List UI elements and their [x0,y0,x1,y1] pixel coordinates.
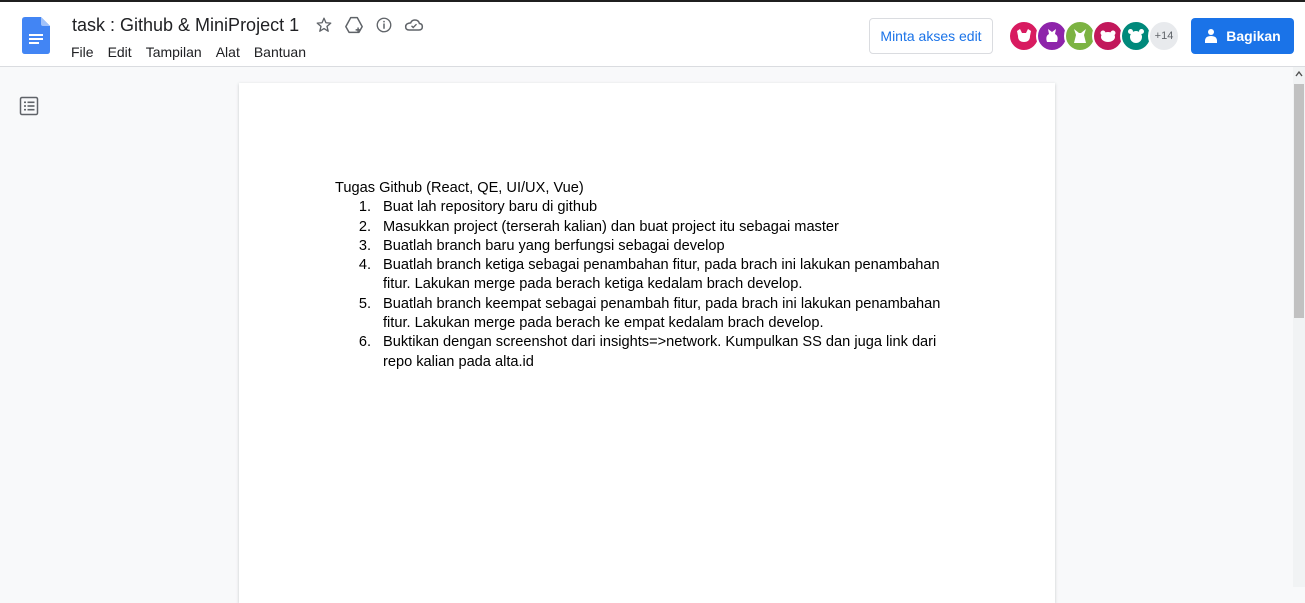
menu-view[interactable]: Tampilan [139,42,209,62]
person-lock-icon [1205,29,1218,43]
list-text: Buat lah repository baru di github [383,199,598,216]
document-page[interactable]: Tugas Github (React, QE, UI/UX, Vue) 1. … [239,83,1055,603]
menu-help[interactable]: Bantuan [247,42,313,62]
list-number: 3. [358,237,371,254]
document-outline-icon[interactable] [19,96,39,116]
menu-bar: File Edit Tampilan Alat Bantuan [64,42,313,62]
more-collaborators-badge[interactable]: +14 [1148,20,1180,52]
list-number: 4. [358,257,371,274]
menu-file[interactable]: File [64,42,101,62]
top-bar: task : Github & MiniProject 1 File Edit … [0,0,1305,67]
animal-avatar-icon [1074,29,1086,43]
animal-avatar-icon [1017,29,1031,42]
task-list: 1. Buat lah repository baru di github 2.… [335,198,955,372]
request-edit-access-button[interactable]: Minta akses edit [869,18,993,54]
animal-avatar-icon [1046,29,1058,42]
list-number: 1. [358,199,371,216]
list-text: Masukkan project (terserah kalian) dan b… [383,218,839,235]
list-item: 4. Buatlah branch ketiga sebagai penamba… [335,256,955,295]
list-number: 2. [358,218,371,235]
animal-avatar-icon [1128,29,1144,43]
share-button[interactable]: Bagikan [1191,18,1294,54]
scroll-thumb[interactable] [1294,84,1304,318]
cloud-status-icon[interactable] [404,15,424,35]
list-item: 2. Masukkan project (terserah kalian) da… [335,218,955,237]
list-number: 5. [358,295,371,312]
collaborator-avatars: +14 [1008,20,1180,52]
document-title[interactable]: task : Github & MiniProject 1 [72,15,299,36]
document-body[interactable]: Tugas Github (React, QE, UI/UX, Vue) 1. … [335,179,955,372]
list-item: 1. Buat lah repository baru di github [335,198,955,217]
docs-logo-icon[interactable] [22,17,50,54]
scroll-up-arrow-icon[interactable] [1295,70,1303,78]
move-to-drive-icon[interactable] [344,15,364,35]
list-item: 5. Buatlah branch keempat sebagai penamb… [335,295,955,334]
menu-edit[interactable]: Edit [101,42,139,62]
star-icon[interactable] [314,15,334,35]
list-item: 6. Buktikan dengan screenshot dari insig… [335,333,955,372]
document-heading: Tugas Github (React, QE, UI/UX, Vue) [335,180,584,196]
info-icon[interactable] [374,15,394,35]
animal-avatar-icon [1100,30,1116,42]
title-icons [314,15,424,35]
share-label: Bagikan [1226,28,1281,44]
list-text: Buatlah branch baru yang berfungsi sebag… [383,237,725,254]
list-number: 6. [358,334,371,351]
menu-tools[interactable]: Alat [209,42,247,62]
list-text: Buatlah branch ketiga sebagai penambahan… [383,257,940,293]
list-item: 3. Buatlah branch baru yang berfungsi se… [335,237,955,256]
vertical-scrollbar[interactable] [1293,67,1305,587]
list-text: Buktikan dengan screenshot dari insights… [383,334,937,370]
list-text: Buatlah branch keempat sebagai penambah … [383,295,941,332]
